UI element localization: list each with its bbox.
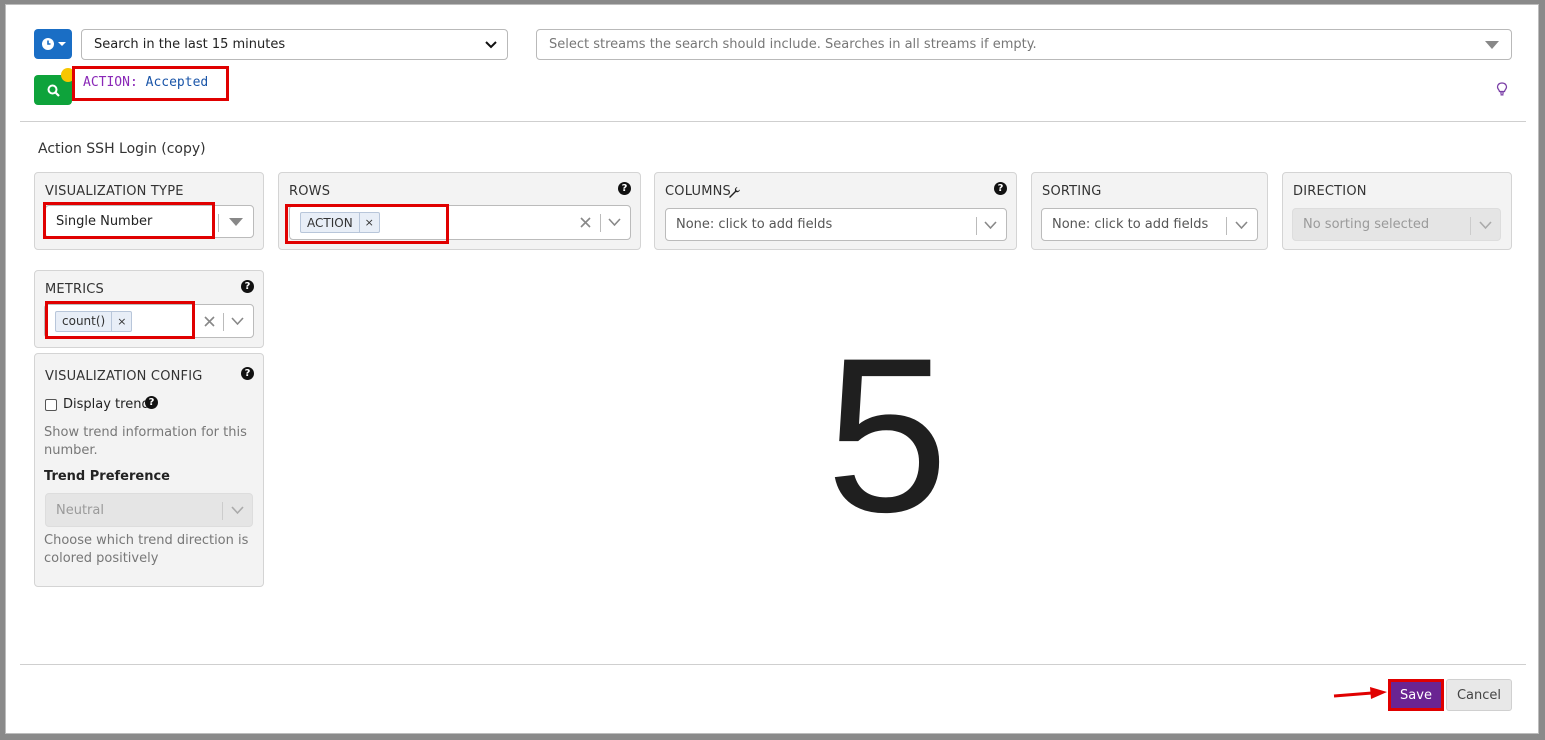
clear-icon[interactable] bbox=[580, 217, 591, 228]
direction-select: No sorting selected bbox=[1292, 208, 1501, 241]
timerange-select[interactable]: Search in the last 15 minutes bbox=[81, 29, 508, 60]
highlight-metrics bbox=[45, 301, 195, 339]
clock-icon bbox=[41, 38, 54, 50]
direction-placeholder: No sorting selected bbox=[1303, 217, 1430, 232]
timerange-value: Search in the last 15 minutes bbox=[94, 37, 286, 52]
help-icon[interactable]: ? bbox=[241, 280, 254, 293]
help-icon[interactable]: ? bbox=[994, 182, 1007, 195]
wrench-icon[interactable] bbox=[728, 186, 741, 199]
chevron-down-icon bbox=[485, 41, 497, 49]
direction-label: DIRECTION bbox=[1293, 184, 1367, 199]
clear-icon[interactable] bbox=[204, 316, 215, 327]
help-icon[interactable]: ? bbox=[241, 367, 254, 380]
highlight-visualization-type bbox=[43, 202, 215, 239]
display-trend-label[interactable]: Display trend bbox=[63, 397, 150, 412]
visualization-config-panel: VISUALIZATION CONFIG ? Display trend ? S… bbox=[34, 353, 264, 587]
sorting-label: SORTING bbox=[1042, 184, 1102, 199]
visualization-config-label: VISUALIZATION CONFIG bbox=[45, 369, 203, 384]
chevron-down-icon bbox=[1479, 221, 1492, 230]
chevron-down-icon[interactable] bbox=[231, 317, 244, 326]
trend-preference-label: Trend Preference bbox=[44, 469, 170, 484]
cancel-button[interactable]: Cancel bbox=[1446, 679, 1512, 711]
sorting-select[interactable]: None: click to add fields bbox=[1041, 208, 1258, 241]
display-trend-checkbox[interactable] bbox=[45, 399, 57, 411]
columns-placeholder: None: click to add fields bbox=[676, 217, 833, 232]
columns-select[interactable]: None: click to add fields bbox=[665, 208, 1007, 241]
visualization-type-label: VISUALIZATION TYPE bbox=[45, 184, 184, 199]
search-query-input[interactable]: ACTION: Accepted bbox=[72, 66, 229, 101]
save-button[interactable]: Save bbox=[1388, 679, 1444, 711]
trend-preference-help-text: Choose which trend direction is colored … bbox=[44, 533, 249, 566]
help-icon[interactable]: ? bbox=[145, 396, 158, 409]
columns-label: COLUMNS bbox=[665, 184, 732, 199]
sorting-placeholder: None: click to add fields bbox=[1052, 217, 1209, 232]
chevron-down-icon[interactable] bbox=[1235, 221, 1248, 230]
search-icon bbox=[47, 84, 60, 97]
header-divider bbox=[20, 121, 1526, 122]
caret-down-icon bbox=[57, 42, 66, 46]
metrics-label: METRICS bbox=[45, 282, 104, 297]
chevron-down-icon[interactable] bbox=[984, 221, 997, 230]
streams-select[interactable]: Select streams the search should include… bbox=[536, 29, 1512, 60]
caret-down-icon bbox=[229, 218, 243, 226]
query-field-name: ACTION: bbox=[83, 75, 138, 90]
caret-down-icon bbox=[1485, 41, 1499, 49]
rows-label: ROWS bbox=[289, 184, 331, 199]
query-field-value: Accepted bbox=[145, 75, 209, 90]
streams-placeholder: Select streams the search should include… bbox=[549, 37, 1037, 52]
annotation-arrow-icon bbox=[1333, 687, 1387, 699]
sorting-panel: SORTING None: click to add fields bbox=[1031, 172, 1268, 250]
trend-preference-value: Neutral bbox=[56, 502, 104, 518]
lightbulb-icon[interactable] bbox=[1496, 82, 1508, 96]
edit-widget-modal: Search in the last 15 minutes Select str… bbox=[5, 4, 1539, 734]
single-number-value: 5 bbox=[826, 312, 949, 558]
highlight-rows bbox=[285, 204, 449, 244]
timerange-type-button[interactable] bbox=[34, 29, 72, 59]
columns-panel: COLUMNS ? None: click to add fields bbox=[654, 172, 1017, 250]
chevron-down-icon[interactable] bbox=[608, 218, 621, 227]
footer-divider bbox=[20, 664, 1526, 665]
chevron-down-icon bbox=[231, 506, 244, 515]
trend-preference-select: Neutral bbox=[45, 493, 253, 527]
widget-title[interactable]: Action SSH Login (copy) bbox=[38, 141, 206, 157]
display-trend-help-text: Show trend information for this number. bbox=[44, 425, 247, 458]
direction-panel: DIRECTION No sorting selected bbox=[1282, 172, 1512, 250]
help-icon[interactable]: ? bbox=[618, 182, 631, 195]
